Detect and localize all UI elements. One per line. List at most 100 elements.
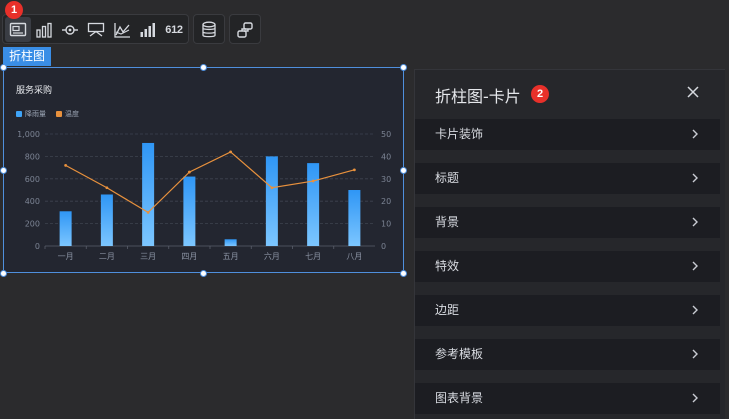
- toolbar-link-group: [229, 14, 261, 44]
- y-left-tick-label: 1,000: [17, 130, 40, 139]
- number-button[interactable]: 612: [161, 17, 187, 42]
- bar-七月: [307, 163, 320, 246]
- link-button[interactable]: [232, 17, 258, 42]
- selected-component-tag: 折柱图: [3, 47, 52, 66]
- panel-row-label: 边距: [435, 303, 460, 317]
- x-tick-label: 二月: [99, 252, 115, 261]
- chart-card-button[interactable]: [5, 17, 31, 42]
- chevron-right-icon: [692, 349, 698, 359]
- database-button[interactable]: [196, 17, 222, 42]
- column-chart-button[interactable]: [135, 17, 161, 42]
- bar-六月: [265, 156, 278, 246]
- chevron-right-icon: [692, 129, 698, 139]
- resize-handle-top-right[interactable]: [400, 64, 407, 71]
- y-right-tick-label: 50: [381, 130, 391, 139]
- y-left-tick-label: 400: [25, 197, 40, 206]
- chart-card[interactable]: 0 200 400 600 800 1,000 0 10 20 30 40 50 一月 二月 三月 四月 五月 六…: [3, 67, 404, 273]
- card-title: 服务采购: [16, 86, 53, 96]
- temperature-point: [64, 163, 68, 167]
- bar-四月: [183, 176, 196, 246]
- panel-row-label: 背景: [435, 215, 460, 229]
- x-tick-label: 一月: [58, 252, 74, 261]
- resize-handle-bottom-right[interactable]: [400, 270, 407, 277]
- temperature-point: [352, 168, 356, 172]
- panel-row-label: 标题: [435, 171, 460, 185]
- temperature-point: [311, 179, 315, 183]
- x-tick-label: 七月: [305, 252, 321, 261]
- panel-row-1[interactable]: 标题: [415, 163, 720, 194]
- y-right-tick-label: 20: [381, 197, 391, 206]
- eye-target-icon: [62, 24, 78, 35]
- legend-item-temperature[interactable]: 温度: [56, 109, 79, 119]
- bar-五月: [224, 239, 237, 246]
- panel-row-6[interactable]: 图表背景: [415, 383, 720, 414]
- panel-row-label: 参考模板: [435, 347, 484, 361]
- panel-row-label: 卡片装饰: [435, 127, 484, 141]
- chart-card-icon: [9, 22, 27, 36]
- resize-handle-bottom-left[interactable]: [0, 270, 7, 277]
- legend-item-rainfall[interactable]: 降雨量: [16, 109, 46, 119]
- panel-row-2[interactable]: 背景: [415, 207, 720, 238]
- panel-close-button[interactable]: [683, 82, 703, 102]
- line-chart-icon: [114, 22, 130, 38]
- panel-row-3[interactable]: 特效: [415, 251, 720, 282]
- x-tick-label: 四月: [181, 252, 197, 261]
- legend-swatch-rainfall: [16, 111, 22, 117]
- temperature-point: [105, 186, 109, 190]
- x-tick-label: 五月: [223, 252, 239, 261]
- column-chart-icon: [140, 22, 155, 37]
- panel-row-0[interactable]: 卡片装饰: [415, 119, 720, 150]
- bar-chart-icon: [36, 22, 52, 38]
- chevron-right-icon: [692, 217, 698, 227]
- database-icon: [202, 21, 216, 37]
- bar-一月: [59, 211, 72, 246]
- temperature-point: [229, 150, 233, 154]
- resize-handle-top-left[interactable]: [0, 64, 7, 71]
- toolbar-data-group: [193, 14, 225, 44]
- panel-row-5[interactable]: 参考模板: [415, 339, 720, 370]
- close-icon: [687, 86, 699, 98]
- step-badge-2: 2: [531, 85, 549, 103]
- bar-chart-button[interactable]: [31, 17, 57, 42]
- resize-handle-right[interactable]: [400, 167, 407, 174]
- legend-label-rainfall: 降雨量: [25, 110, 46, 118]
- board-icon: [87, 22, 105, 37]
- bar-三月: [142, 142, 155, 246]
- legend-label-temperature: 温度: [65, 110, 79, 118]
- board-button[interactable]: [83, 17, 109, 42]
- y-right-tick-label: 30: [381, 175, 391, 184]
- chevron-right-icon: [692, 173, 698, 183]
- link-icon: [237, 21, 253, 38]
- chart-legend: 降雨量 温度: [16, 109, 79, 119]
- panel-row-4[interactable]: 边距: [415, 295, 720, 326]
- y-right-tick-label: 40: [381, 152, 391, 161]
- eye-target-button[interactable]: [57, 17, 83, 42]
- chevron-right-icon: [692, 393, 698, 403]
- chevron-right-icon: [692, 261, 698, 271]
- panel-header: 折柱图-卡片 2: [415, 70, 725, 118]
- legend-swatch-temperature: [56, 111, 62, 117]
- y-right-tick-label: 0: [381, 242, 386, 251]
- x-tick-label: 三月: [140, 252, 156, 261]
- y-left-tick-label: 200: [25, 220, 40, 229]
- temperature-point: [187, 170, 191, 174]
- temperature-point: [146, 211, 150, 214]
- y-right-tick-label: 10: [381, 220, 391, 229]
- y-left-tick-label: 600: [25, 175, 40, 184]
- bar-八月: [348, 190, 361, 246]
- line-chart-button[interactable]: [109, 17, 135, 42]
- panel-row-label: 特效: [435, 259, 460, 273]
- resize-handle-top[interactable]: [200, 64, 207, 71]
- bar-二月: [100, 194, 113, 246]
- properties-panel: 折柱图-卡片 2 卡片装饰标题背景特效边距参考模板图表背景: [414, 69, 725, 419]
- panel-row-label: 图表背景: [435, 391, 484, 405]
- panel-title: 折柱图-卡片: [435, 87, 521, 106]
- x-tick-label: 六月: [264, 251, 280, 261]
- resize-handle-bottom[interactable]: [200, 270, 207, 277]
- resize-handle-left[interactable]: [0, 167, 7, 174]
- number-icon: 612: [165, 23, 183, 36]
- step-badge-1: 1: [5, 1, 23, 19]
- toolbar-chart-group: 612: [2, 14, 189, 44]
- combo-chart: 0 200 400 600 800 1,000 0 10 20 30 40 50 一月 二月 三月 四月 五月 六…: [17, 130, 391, 261]
- y-left-tick-label: 800: [25, 152, 40, 161]
